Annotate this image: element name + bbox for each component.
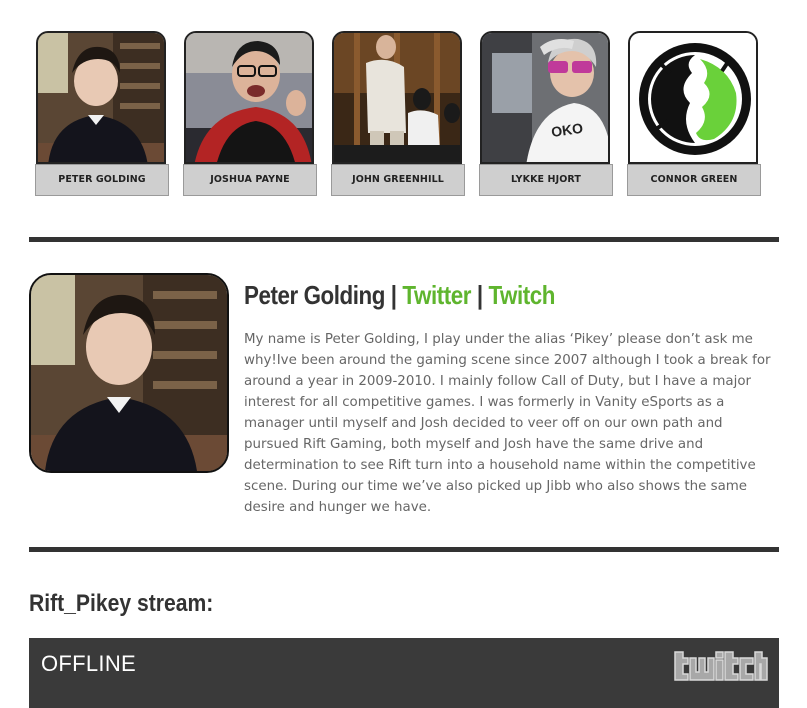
stream-player[interactable]: OFFLINE — [29, 638, 779, 708]
profile-name: Peter Golding — [244, 280, 386, 310]
team-name-tab[interactable]: LYKKE HJORT — [479, 164, 613, 196]
section-divider — [29, 237, 779, 242]
team-photo-joshua-payne[interactable] — [184, 31, 314, 164]
heading-separator: | — [476, 280, 483, 310]
team-card-peter-golding[interactable]: PETER GOLDING — [35, 30, 169, 198]
twitter-link[interactable]: Twitter — [402, 280, 471, 310]
team-photo-peter-golding[interactable] — [36, 31, 166, 164]
profile-heading: Peter Golding | Twitter | Twitch — [244, 280, 555, 311]
team-photo-john-greenhill[interactable] — [332, 31, 462, 164]
team-card-joshua-payne[interactable]: JOSHUA PAYNE — [183, 30, 317, 198]
twitch-link[interactable]: Twitch — [488, 280, 555, 310]
team-name-tab[interactable]: JOSHUA PAYNE — [183, 164, 317, 196]
twitch-logo-icon[interactable] — [671, 646, 769, 684]
team-member-row: PETER GOLDING JOSHUA PAYNE JOHN GREENHIL… — [35, 30, 763, 198]
team-card-john-greenhill[interactable]: JOHN GREENHILL — [331, 30, 465, 198]
team-card-connor-green[interactable]: CONNOR GREEN — [627, 30, 761, 198]
team-card-lykke-hjort[interactable]: OKO LYKKE HJORT — [479, 30, 613, 198]
team-name-tab[interactable]: JOHN GREENHILL — [331, 164, 465, 196]
profile-photo — [29, 273, 229, 473]
stream-status: OFFLINE — [41, 651, 136, 676]
team-name-tab[interactable]: CONNOR GREEN — [627, 164, 761, 196]
section-divider — [29, 547, 779, 552]
team-photo-connor-green[interactable] — [628, 31, 758, 164]
heading-separator: | — [390, 280, 397, 310]
stream-title: Rift_Pikey stream: — [29, 590, 214, 617]
profile-bio: My name is Peter Golding, I play under t… — [244, 332, 771, 515]
team-photo-lykke-hjort[interactable]: OKO — [480, 31, 610, 164]
team-name-tab[interactable]: PETER GOLDING — [35, 164, 169, 196]
